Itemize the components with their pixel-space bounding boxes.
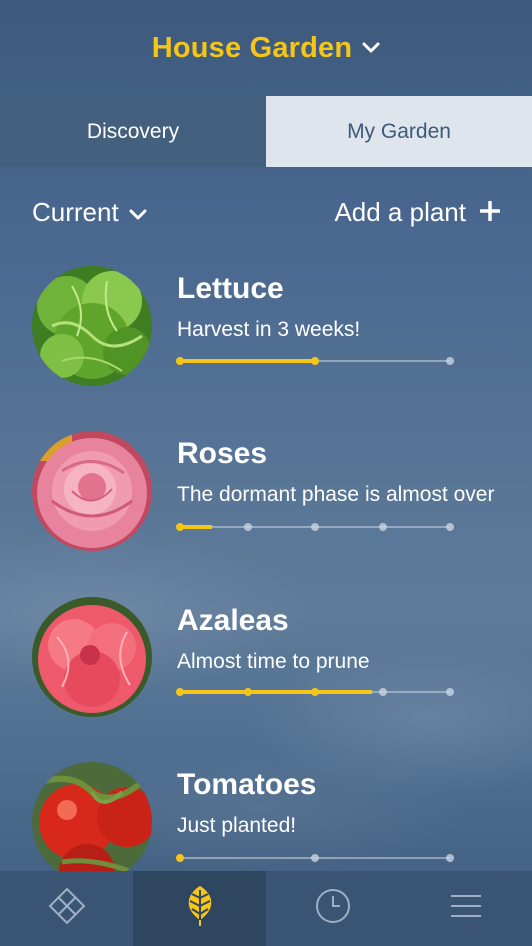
growth-progress	[176, 521, 458, 533]
plant-status: Harvest in 3 weeks!	[177, 318, 361, 341]
tab-discovery[interactable]: Discovery	[0, 96, 266, 167]
progress-stage-dot	[446, 357, 454, 365]
diamond-grid-icon	[47, 886, 87, 931]
plant-name: Tomatoes	[177, 768, 317, 801]
growth-progress	[176, 686, 458, 698]
growth-progress	[176, 355, 458, 367]
growth-progress	[176, 852, 458, 864]
plant-item-roses[interactable]: Roses The dormant phase is almost over	[0, 431, 532, 561]
filter-label: Current	[32, 196, 119, 227]
progress-stage-dot	[243, 688, 252, 696]
tomato-photo	[32, 762, 152, 882]
plant-name: Roses	[177, 437, 268, 470]
garden-title: House Garden	[151, 31, 353, 64]
leaf-icon	[180, 884, 220, 933]
progress-stage-dot	[311, 523, 319, 531]
progress-stage-dot	[176, 688, 184, 696]
tab-my-garden[interactable]: My Garden	[266, 96, 532, 167]
progress-stage-dot	[311, 357, 319, 365]
nav-my-garden[interactable]	[133, 871, 266, 946]
plus-icon	[479, 197, 501, 228]
plant-item-azaleas[interactable]: Azaleas Almost time to prune	[0, 597, 532, 727]
add-plant-button[interactable]: Add a plant	[334, 190, 501, 234]
plant-name: Lettuce	[177, 272, 284, 305]
progress-stage-dot	[378, 523, 387, 531]
progress-fill	[180, 525, 213, 529]
tab-bar: Discovery My Garden	[0, 96, 532, 167]
azalea-photo	[32, 597, 152, 717]
progress-stage-dot	[311, 854, 319, 862]
add-plant-label: Add a plant	[334, 196, 466, 227]
rose-photo	[32, 431, 152, 551]
chevron-down-icon	[129, 197, 147, 228]
nav-menu[interactable]	[399, 871, 532, 946]
chevron-down-icon	[362, 42, 380, 54]
plant-status: The dormant phase is almost over	[177, 483, 495, 506]
list-toolbar: Current Add a plant	[0, 190, 532, 234]
progress-stage-dot	[446, 854, 454, 862]
nav-history[interactable]	[266, 871, 399, 946]
progress-stage-dot	[378, 688, 387, 696]
nav-discover[interactable]	[0, 871, 133, 946]
plant-item-lettuce[interactable]: Lettuce Harvest in 3 weeks!	[0, 266, 532, 396]
garden-selector[interactable]: House Garden	[0, 0, 532, 96]
progress-stage-dot	[311, 688, 319, 696]
clock-icon	[314, 887, 352, 930]
menu-icon	[449, 893, 483, 924]
plant-status: Just planted!	[177, 814, 297, 837]
progress-stage-dot	[446, 523, 454, 531]
progress-stage-dot	[243, 523, 252, 531]
bottom-nav	[0, 871, 532, 946]
progress-stage-dot	[176, 357, 184, 365]
filter-dropdown[interactable]: Current	[32, 190, 147, 234]
progress-stage-dot	[176, 523, 184, 531]
progress-stage-dot	[176, 854, 184, 862]
progress-fill	[180, 359, 315, 363]
progress-fill	[180, 690, 372, 694]
plant-name: Azaleas	[177, 604, 289, 637]
lettuce-photo	[32, 266, 152, 386]
progress-stage-dot	[446, 688, 454, 696]
plant-status: Almost time to prune	[177, 650, 370, 673]
